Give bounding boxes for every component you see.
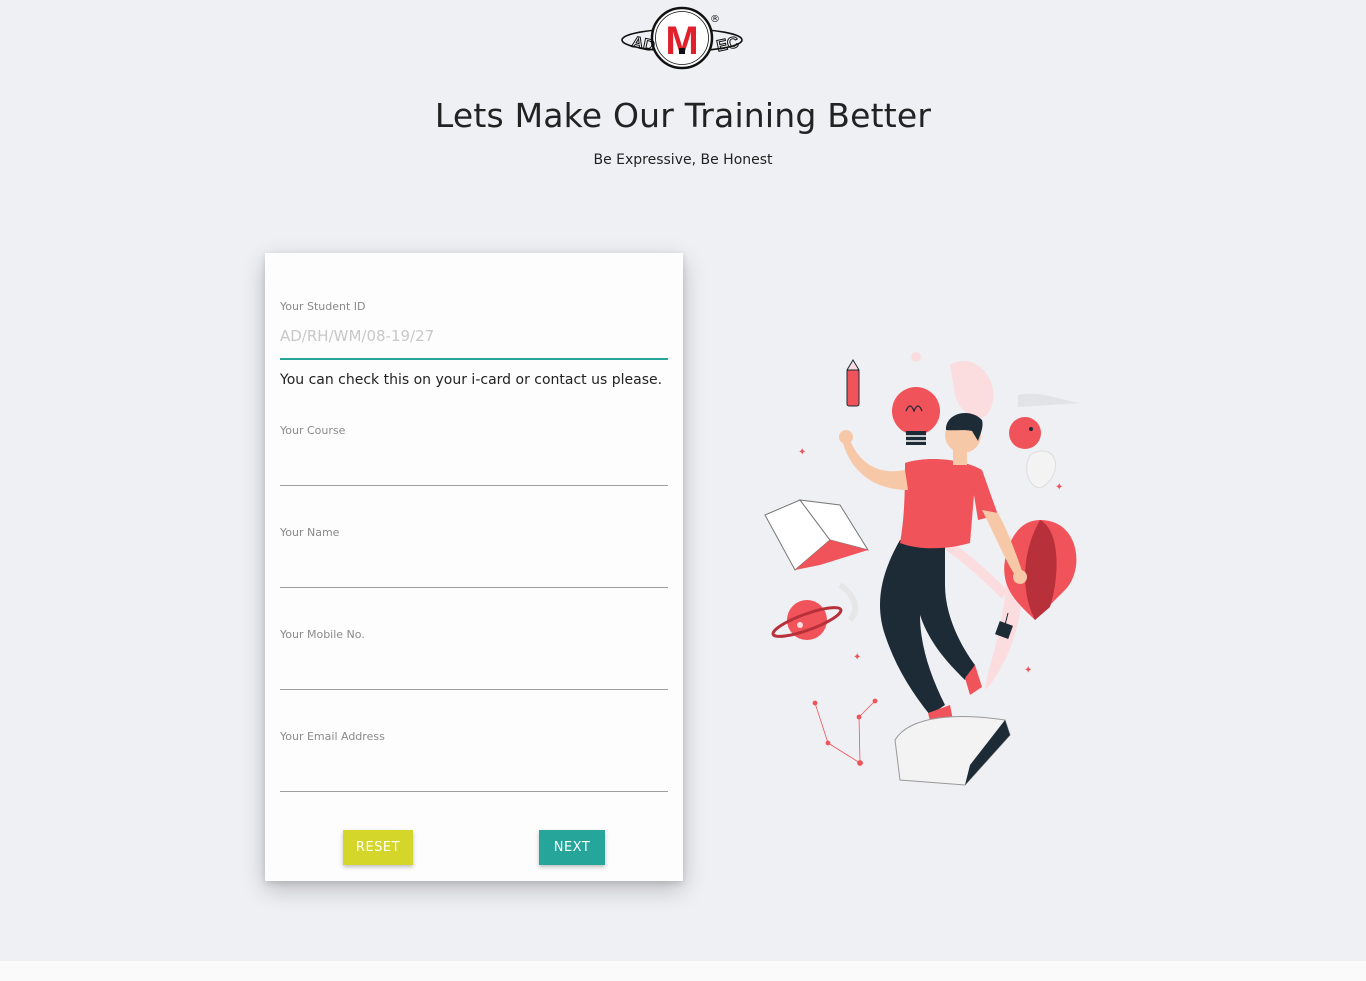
mobile-label: Your Mobile No. bbox=[280, 628, 365, 641]
next-button[interactable]: NEXT bbox=[539, 830, 605, 865]
logo-left-text: AD bbox=[630, 34, 656, 55]
illustration-icon: ✦ ✦ ✦ ✦ bbox=[764, 352, 1080, 786]
feedback-form-card: Your Student ID You can check this on yo… bbox=[265, 253, 683, 881]
course-label: Your Course bbox=[280, 424, 346, 437]
name-input[interactable] bbox=[280, 540, 668, 588]
svg-text:✦: ✦ bbox=[853, 652, 861, 663]
email-field: Your Email Address bbox=[280, 730, 668, 792]
name-label: Your Name bbox=[280, 526, 340, 539]
svg-text:✦: ✦ bbox=[1055, 482, 1063, 493]
page-title: Lets Make Our Training Better bbox=[434, 96, 932, 135]
reset-button[interactable]: RESET bbox=[343, 830, 413, 865]
email-label: Your Email Address bbox=[280, 730, 385, 743]
logo-right-text: EC bbox=[715, 34, 741, 55]
svg-text:✦: ✦ bbox=[1024, 665, 1032, 676]
logo-letter: M bbox=[665, 19, 698, 63]
mobile-field: Your Mobile No. bbox=[280, 628, 668, 690]
course-input[interactable] bbox=[280, 438, 668, 486]
footer-strip bbox=[0, 961, 1366, 981]
student-id-field: Your Student ID bbox=[280, 300, 668, 360]
student-id-input[interactable] bbox=[280, 314, 668, 360]
student-id-label: Your Student ID bbox=[280, 300, 366, 313]
name-field: Your Name bbox=[280, 526, 668, 588]
course-field: Your Course bbox=[280, 424, 668, 486]
admec-logo-icon: M AD EC ® bbox=[621, 6, 743, 70]
registered-mark: ® bbox=[710, 14, 720, 25]
svg-text:✦: ✦ bbox=[798, 447, 806, 458]
mobile-input[interactable] bbox=[280, 642, 668, 690]
page-subtitle: Be Expressive, Be Honest bbox=[593, 152, 773, 168]
person-juggling-ideas-illustration: ✦ ✦ ✦ ✦ bbox=[760, 345, 1105, 790]
brand-logo: M AD EC ® bbox=[612, 2, 754, 78]
email-input[interactable] bbox=[280, 744, 668, 792]
student-id-helper-text: You can check this on your i-card or con… bbox=[280, 372, 663, 388]
